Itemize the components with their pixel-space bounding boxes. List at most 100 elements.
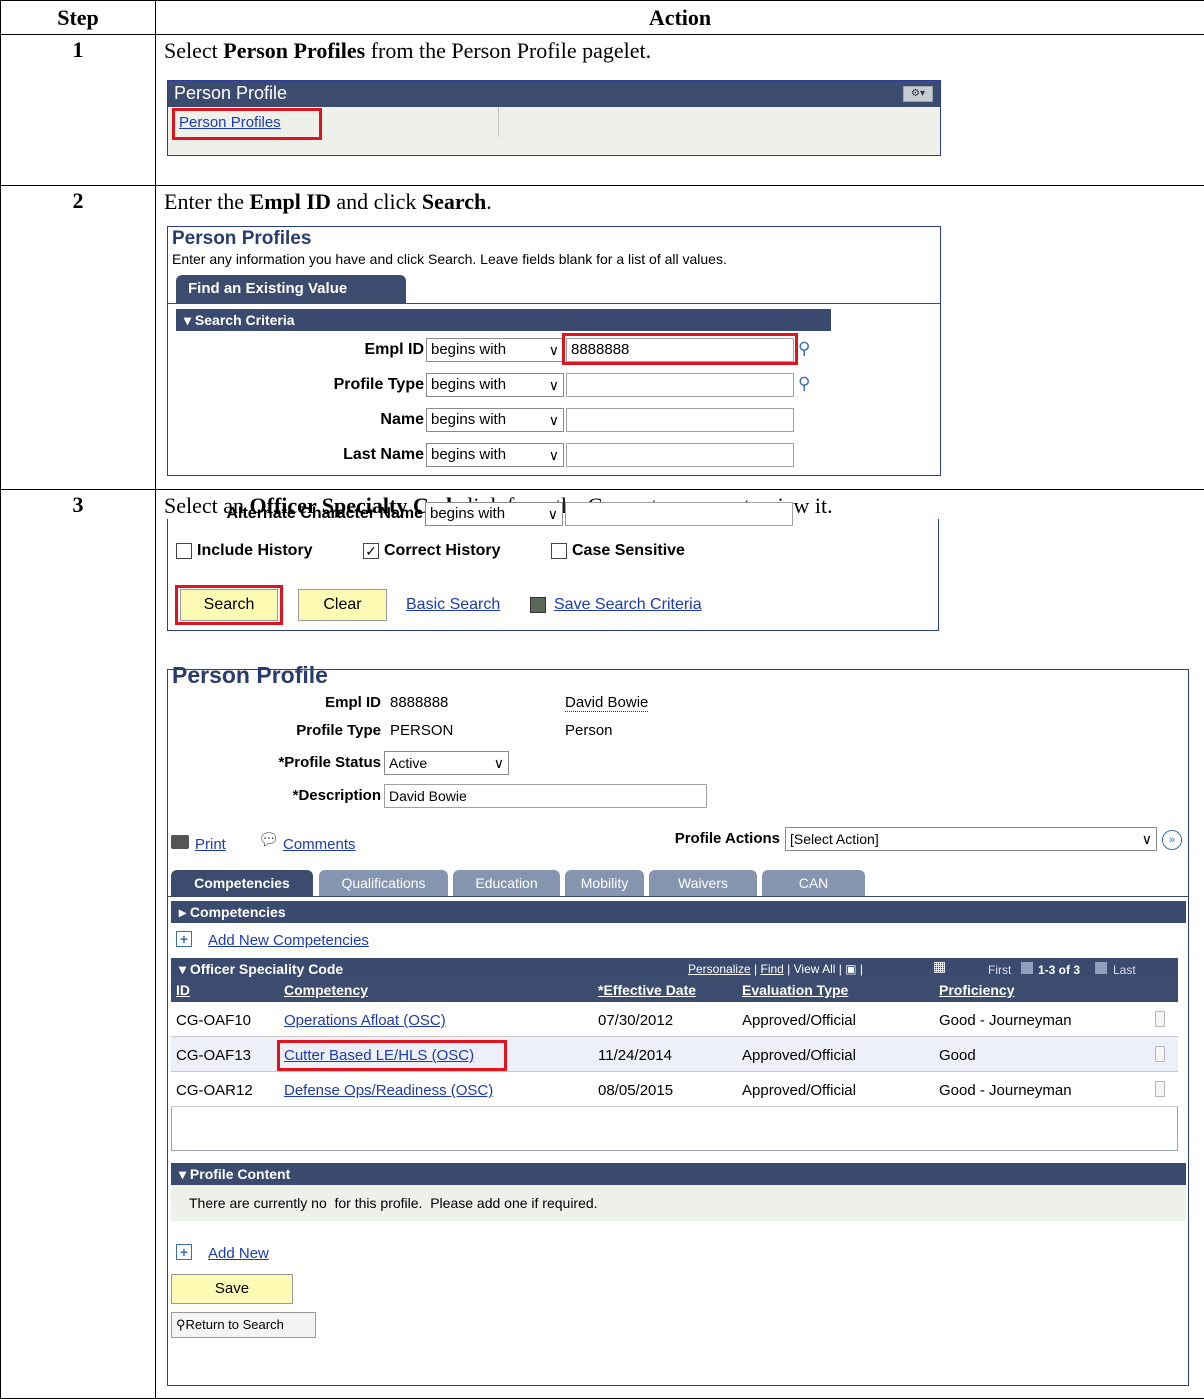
clear-button[interactable]: Clear: [298, 589, 387, 621]
next-arrow-icon[interactable]: [1095, 962, 1107, 974]
collapse-triangle-icon: ▾: [179, 961, 190, 977]
save-search-criteria-link[interactable]: Save Search Criteria: [554, 596, 702, 614]
cell-id: CG-OAR12: [176, 1082, 253, 1099]
chevron-down-icon: ∨: [548, 377, 559, 393]
competency-link[interactable]: Defense Ops/Readiness (OSC): [284, 1082, 493, 1099]
tab-label: Find an Existing Value: [188, 280, 348, 297]
operator-select[interactable]: begins with ∨: [425, 502, 563, 526]
chevron-down-icon: ∨: [548, 412, 559, 428]
delete-row-icon[interactable]: [1155, 1081, 1165, 1097]
alternate-name-input[interactable]: [565, 502, 793, 526]
delete-row-icon[interactable]: [1155, 1046, 1165, 1062]
col-header-effective-date[interactable]: *Effective Date: [598, 982, 696, 998]
pagelet-divider: [498, 107, 499, 137]
go-icon[interactable]: »: [1162, 830, 1182, 850]
step-number: 3: [0, 489, 156, 1399]
no-content-message: There are currently no for this profile.…: [189, 1195, 598, 1211]
tab-mobility[interactable]: Mobility: [565, 870, 644, 896]
cell-eval: Approved/Official: [742, 1047, 856, 1064]
return-to-search-button[interactable]: ⚲Return to Search: [171, 1312, 316, 1338]
delete-row-icon[interactable]: [1155, 1011, 1165, 1027]
profile-status-select[interactable]: Active ∨: [384, 751, 509, 775]
profile-type-input[interactable]: [566, 373, 794, 397]
tab-education[interactable]: Education: [453, 870, 560, 896]
profile-status-label: *Profile Status: [278, 754, 381, 771]
profile-actions-select[interactable]: [Select Action] ∨: [785, 827, 1157, 851]
field-label: Name: [380, 411, 424, 428]
operator-select[interactable]: begins with ∨: [426, 443, 564, 467]
operator-select[interactable]: begins with ∨: [426, 338, 564, 362]
personalize-link[interactable]: Personalize: [688, 962, 751, 976]
tab-baseline: [168, 896, 1188, 897]
comments-link[interactable]: Comments: [283, 836, 356, 853]
tab-qualifications[interactable]: Qualifications: [319, 870, 448, 896]
field-label: Last Name: [343, 446, 424, 463]
competency-link[interactable]: Operations Afloat (OSC): [284, 1012, 446, 1029]
cell-date: 11/24/2014: [598, 1047, 672, 1064]
empl-id-label: Empl ID: [325, 694, 381, 711]
last-name-input[interactable]: [566, 443, 794, 467]
prev-arrow-icon[interactable]: [1021, 962, 1033, 974]
search-subtitle: Enter any information you have and click…: [172, 251, 727, 267]
cell-prof: Good: [939, 1047, 976, 1064]
tab-baseline: [168, 303, 940, 304]
print-icon[interactable]: [171, 835, 189, 849]
search-screenshot: Person Profiles Enter any information yo…: [167, 226, 941, 476]
step-number: 1: [0, 34, 156, 186]
checkbox-label: Case Sensitive: [572, 542, 685, 559]
profile-actions-label: Profile Actions: [674, 830, 780, 847]
highlight-box: [175, 585, 283, 625]
lookup-icon[interactable]: ⚲: [798, 374, 810, 394]
correct-history-checkbox[interactable]: ✓: [363, 543, 379, 559]
chevron-down-icon: ∨: [1141, 831, 1152, 847]
tab-can[interactable]: CAN: [762, 870, 865, 896]
col-header-id[interactable]: ID: [176, 982, 190, 998]
tab-waivers[interactable]: Waivers: [649, 870, 757, 896]
collapse-triangle-icon: ▾: [184, 312, 195, 328]
col-header-evaluation-type[interactable]: Evaluation Type: [742, 982, 848, 998]
lookup-icon[interactable]: ⚲: [798, 339, 810, 359]
description-input[interactable]: David Bowie: [384, 784, 707, 808]
step-2-action: Enter the Empl ID and click Search. Pers…: [155, 185, 1204, 490]
operator-select[interactable]: begins with ∨: [426, 408, 564, 432]
add-plus-icon[interactable]: +: [176, 1244, 192, 1260]
field-label: Alternate Character Name: [226, 505, 423, 522]
comment-icon[interactable]: 💬︎: [258, 830, 280, 850]
action-header: Action: [155, 0, 1204, 35]
last-label: Last: [1113, 963, 1136, 977]
pagelet-title: Person Profile: [174, 83, 288, 103]
row-range: 1-3 of 3: [1038, 963, 1081, 977]
tab-competencies[interactable]: Competencies: [171, 870, 313, 896]
profile-content-bar[interactable]: ▾ Profile Content: [171, 1163, 1186, 1185]
find-link[interactable]: Find: [761, 962, 784, 976]
expand-triangle-icon: ▸: [179, 904, 190, 920]
collapse-triangle-icon: ▾: [179, 1166, 190, 1182]
basic-search-link[interactable]: Basic Search: [406, 596, 500, 614]
operator-select[interactable]: begins with ∨: [426, 373, 564, 397]
save-floppy-icon[interactable]: [530, 597, 546, 613]
include-history-checkbox[interactable]: [176, 543, 192, 559]
name-input[interactable]: [566, 408, 794, 432]
step-1-action: Select Person Profiles from the Person P…: [155, 34, 1204, 186]
add-new-link[interactable]: Add New: [208, 1245, 269, 1262]
add-plus-icon[interactable]: +: [176, 931, 192, 947]
competencies-bar[interactable]: ▸ Competencies: [171, 901, 1186, 923]
highlight-box: [562, 333, 798, 365]
case-sensitive-checkbox[interactable]: [551, 543, 567, 559]
search-page-title: Person Profiles: [172, 228, 312, 249]
print-link[interactable]: Print: [195, 836, 226, 853]
view-all-link[interactable]: View All: [794, 962, 836, 976]
gear-chevron-icon[interactable]: ⚙▾: [903, 86, 933, 102]
col-header-proficiency[interactable]: Proficiency: [939, 982, 1014, 998]
step-number: 2: [0, 185, 156, 490]
cell-id: CG-OAF10: [176, 1012, 252, 1029]
search-criteria-bar[interactable]: ▾ Search Criteria: [176, 309, 831, 331]
cell-prof: Good - Journeyman: [939, 1012, 1072, 1029]
col-header-competency[interactable]: Competency: [284, 982, 368, 998]
save-button[interactable]: Save: [171, 1274, 293, 1304]
field-label: Profile Type: [333, 376, 424, 393]
add-new-competencies-link[interactable]: Add New Competencies: [208, 932, 369, 949]
new-window-icon[interactable]: ▣: [845, 962, 856, 976]
download-grid-icon[interactable]: ▦: [933, 958, 946, 975]
step-instruction: Select Person Profiles from the Person P…: [164, 38, 652, 63]
